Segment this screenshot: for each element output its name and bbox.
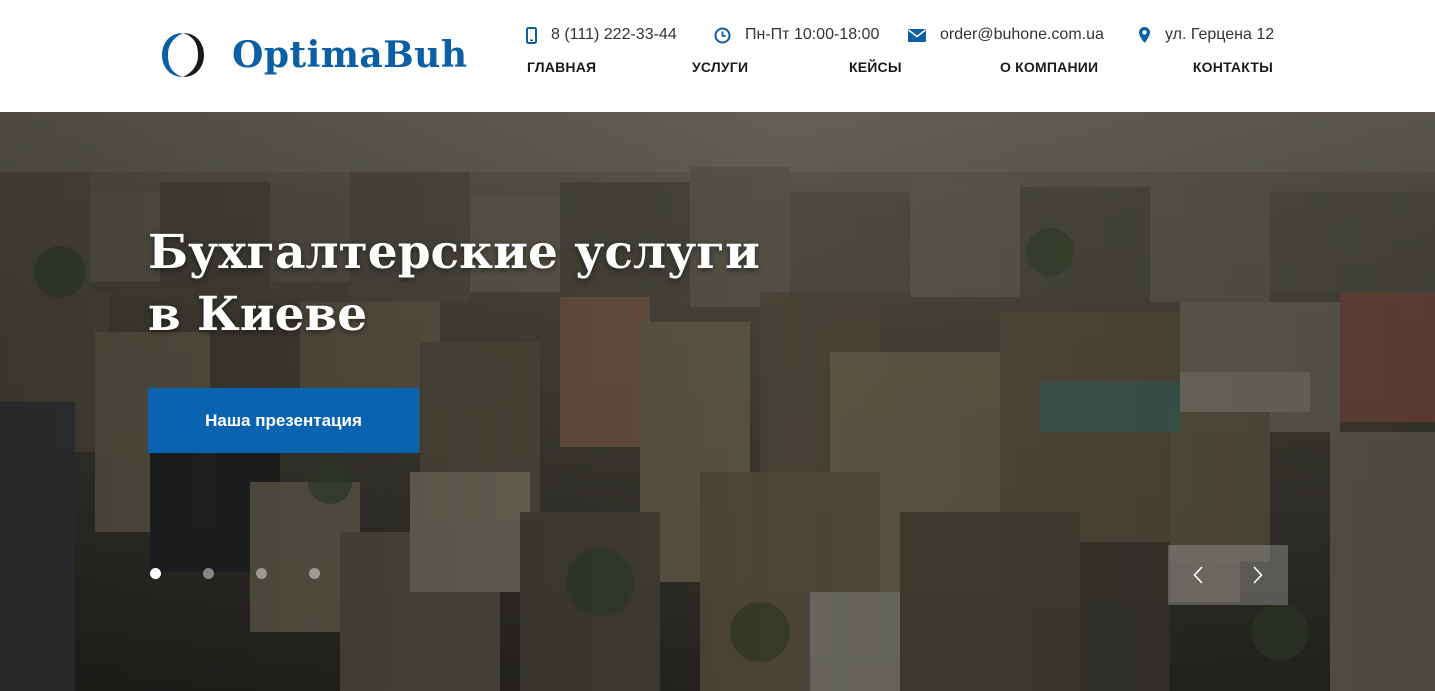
main-nav: Главная Услуги Кейсы О компании Контакты bbox=[526, 59, 1274, 79]
slider-next-button[interactable] bbox=[1228, 545, 1288, 605]
location-pin-icon bbox=[1139, 27, 1150, 43]
nav-item-cases[interactable]: Кейсы bbox=[849, 59, 902, 75]
brand-name: OptimaBuh bbox=[232, 34, 468, 76]
nav-item-home[interactable]: Главная bbox=[527, 59, 596, 75]
mail-icon bbox=[908, 28, 926, 42]
chevron-left-icon bbox=[1193, 566, 1203, 584]
phone-icon bbox=[526, 26, 537, 44]
nav-item-about[interactable]: О компании bbox=[1000, 59, 1098, 75]
hero-slider: Бухгалтерские услуги в Киеве Наша презен… bbox=[0, 112, 1435, 691]
slider-dot-1[interactable] bbox=[150, 568, 161, 579]
contact-phone-text: 8 (111) 222-33-44 bbox=[551, 26, 677, 43]
presentation-button[interactable]: Наша презентация bbox=[148, 388, 419, 453]
logo[interactable]: OptimaBuh bbox=[160, 30, 468, 80]
slider-dot-4[interactable] bbox=[309, 568, 320, 579]
contact-email[interactable]: order@buhone.com.ua bbox=[908, 26, 1104, 44]
contact-hours: Пн-Пт 10:00-18:00 bbox=[714, 26, 879, 44]
contact-email-text: order@buhone.com.ua bbox=[940, 26, 1104, 43]
logo-icon bbox=[162, 33, 204, 77]
site-header: OptimaBuh 8 (111) 222-33-44 Пн-Пт 10:00-… bbox=[0, 0, 1435, 112]
contact-phone[interactable]: 8 (111) 222-33-44 bbox=[526, 26, 677, 44]
contact-hours-text: Пн-Пт 10:00-18:00 bbox=[745, 26, 880, 43]
clock-icon bbox=[714, 27, 731, 43]
slider-dot-3[interactable] bbox=[256, 568, 267, 579]
nav-item-contacts[interactable]: Контакты bbox=[1193, 59, 1273, 75]
contact-address-text: ул. Герцена 12 bbox=[1165, 26, 1275, 43]
slider-dot-2[interactable] bbox=[203, 568, 214, 579]
hero-title-line-1: Бухгалтерские услуги bbox=[148, 225, 760, 280]
hero-title-line-2: в Киеве bbox=[148, 287, 368, 342]
nav-item-services[interactable]: Услуги bbox=[692, 59, 748, 75]
slider-arrows bbox=[1168, 545, 1288, 605]
chevron-right-icon bbox=[1253, 566, 1263, 584]
contacts-bar: 8 (111) 222-33-44 Пн-Пт 10:00-18:00 orde… bbox=[526, 26, 1274, 50]
hero-title: Бухгалтерские услуги в Киеве bbox=[148, 222, 788, 346]
slider-prev-button[interactable] bbox=[1168, 545, 1228, 605]
contact-address: ул. Герцена 12 bbox=[1138, 26, 1274, 44]
